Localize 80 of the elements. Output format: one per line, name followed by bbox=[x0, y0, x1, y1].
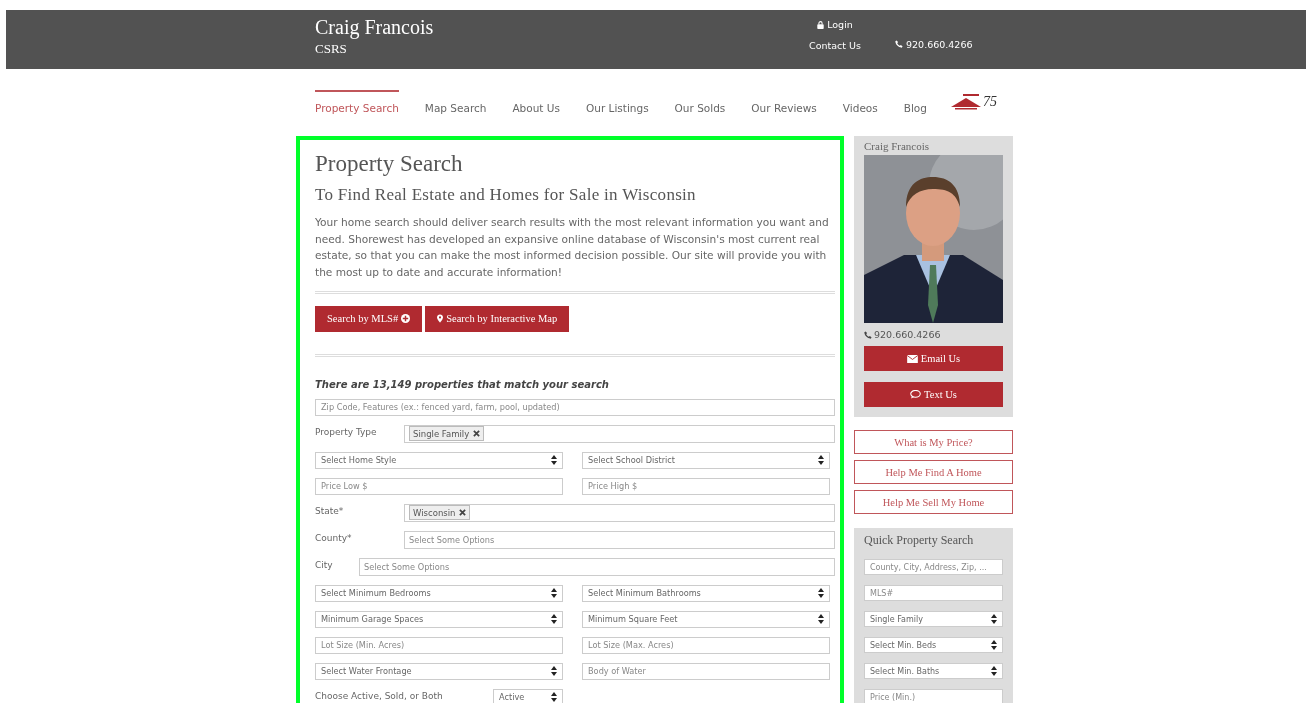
quick-field[interactable]: MLS# bbox=[864, 585, 1003, 601]
speech-bubble-icon bbox=[910, 390, 922, 399]
select-caret-icon bbox=[551, 666, 557, 677]
agent-name[interactable]: Craig Francois bbox=[315, 16, 775, 39]
select-caret-icon bbox=[991, 640, 997, 650]
search-select[interactable]: Select School District bbox=[582, 451, 830, 469]
lock-icon bbox=[817, 20, 825, 29]
search-select[interactable]: Select Water Frontage bbox=[315, 662, 563, 680]
select-caret-icon bbox=[551, 614, 557, 625]
quick-select[interactable]: Single Family bbox=[864, 611, 1003, 627]
field-label: Property Type bbox=[315, 425, 378, 437]
select-caret-icon bbox=[551, 588, 557, 599]
envelope-icon bbox=[906, 354, 918, 363]
phone-icon bbox=[864, 330, 872, 339]
field-label: City bbox=[315, 558, 334, 570]
agent-card-name: Craig Francois bbox=[864, 140, 931, 152]
plus-circle-icon bbox=[401, 314, 411, 324]
login-link[interactable]: Login bbox=[817, 19, 853, 30]
nav-tab[interactable]: Map Search bbox=[424, 90, 487, 114]
nav-tab[interactable]: Videos bbox=[842, 90, 878, 114]
remove-icon[interactable] bbox=[459, 509, 467, 517]
outline-link-button[interactable]: What is My Price? bbox=[854, 430, 1013, 454]
search-select[interactable]: Select Minimum Bedrooms bbox=[315, 584, 563, 602]
remove-icon[interactable] bbox=[473, 430, 481, 438]
text-button[interactable]: Text Us bbox=[864, 382, 1003, 407]
nav-tab[interactable]: Blog bbox=[903, 90, 927, 114]
field-label: State* bbox=[315, 504, 345, 516]
agent-phone: 920.660.4266 bbox=[864, 329, 1003, 340]
page-subtitle: To Find Real Estate and Homes for Sale in Wisconsin bbox=[315, 185, 697, 205]
intro-paragraph: Your home search should deliver search results with the most relevant information you want and need. Shorewest has developed an expansive online database of Wisconsin's most current real estate, so that you can make the most informed decision possible. Our site will provide you with the most up to date and accurate information! bbox=[315, 215, 830, 281]
multiselect-field[interactable]: Select Some Options bbox=[404, 530, 835, 549]
select-caret-icon bbox=[818, 614, 824, 625]
tag-field[interactable]: Single Family bbox=[404, 424, 835, 443]
select-caret-icon bbox=[991, 614, 997, 624]
select-caret-icon bbox=[991, 666, 997, 676]
quick-field[interactable]: County, City, Address, Zip, ... bbox=[864, 559, 1003, 575]
field-label: Choose Active, Sold, or Both bbox=[315, 689, 444, 701]
tag-field[interactable]: Wisconsin bbox=[404, 503, 835, 522]
keyword-field[interactable]: Zip Code, Features (ex.: fenced yard, farm, pool, updated) bbox=[315, 398, 835, 416]
multiselect-field[interactable]: Select Some Options bbox=[359, 557, 835, 576]
select-caret-icon bbox=[818, 588, 824, 599]
mls-search-button[interactable]: Search by MLS# bbox=[315, 305, 423, 332]
search-field[interactable]: Price Low $ bbox=[315, 477, 563, 495]
nav-tab[interactable]: Property Search bbox=[315, 90, 399, 114]
search-select[interactable]: Minimum Square Feet bbox=[582, 610, 830, 628]
page-title: Property Search bbox=[315, 151, 464, 177]
search-field[interactable]: Price High $ bbox=[582, 477, 830, 495]
outline-link-button[interactable]: Help Me Find A Home bbox=[854, 460, 1013, 484]
search-field[interactable]: Lot Size (Min. Acres) bbox=[315, 636, 563, 654]
select-caret-icon bbox=[551, 692, 557, 703]
map-search-button[interactable]: Search by Interactive Map bbox=[425, 305, 570, 332]
status-select[interactable]: Active bbox=[493, 688, 563, 703]
quick-select[interactable]: Select Min. Baths bbox=[864, 663, 1003, 679]
nav-tab[interactable]: Our Solds bbox=[674, 90, 726, 114]
select-caret-icon bbox=[551, 455, 557, 466]
nav-tab[interactable]: Our Reviews bbox=[751, 90, 817, 114]
contact-link[interactable]: Contact Us bbox=[809, 40, 861, 51]
result-count: There are 13,149 properties that match your search bbox=[315, 378, 610, 390]
field-label: County* bbox=[315, 531, 353, 543]
select-caret-icon bbox=[818, 455, 824, 466]
roof-logo-icon[interactable] bbox=[950, 94, 981, 110]
phone-link[interactable]: 920.660.4266 bbox=[895, 10, 973, 69]
agent-credential: CSRS bbox=[315, 41, 348, 57]
email-button[interactable]: Email Us bbox=[864, 346, 1003, 371]
panel-title: Quick Property Search bbox=[864, 533, 975, 548]
nav-tab[interactable]: Our Listings bbox=[585, 90, 649, 114]
quick-select[interactable]: Select Min. Beds bbox=[864, 637, 1003, 653]
tag: Single Family bbox=[409, 426, 485, 442]
outline-link-button[interactable]: Help Me Sell My Home bbox=[854, 490, 1013, 514]
search-field[interactable]: Body of Water bbox=[582, 662, 830, 680]
search-field[interactable]: Lot Size (Max. Acres) bbox=[582, 636, 830, 654]
search-select[interactable]: Select Minimum Bathrooms bbox=[582, 584, 830, 602]
map-marker-icon bbox=[437, 314, 444, 324]
tag: Wisconsin bbox=[409, 505, 471, 521]
quick-field[interactable]: Price (Min.) bbox=[864, 689, 1003, 703]
search-select[interactable]: Minimum Garage Spaces bbox=[315, 610, 563, 628]
search-select[interactable]: Select Home Style bbox=[315, 451, 563, 469]
phone-icon bbox=[895, 40, 903, 48]
nav-tab[interactable]: About Us bbox=[512, 90, 560, 114]
anniversary-number: 75 bbox=[982, 94, 997, 110]
